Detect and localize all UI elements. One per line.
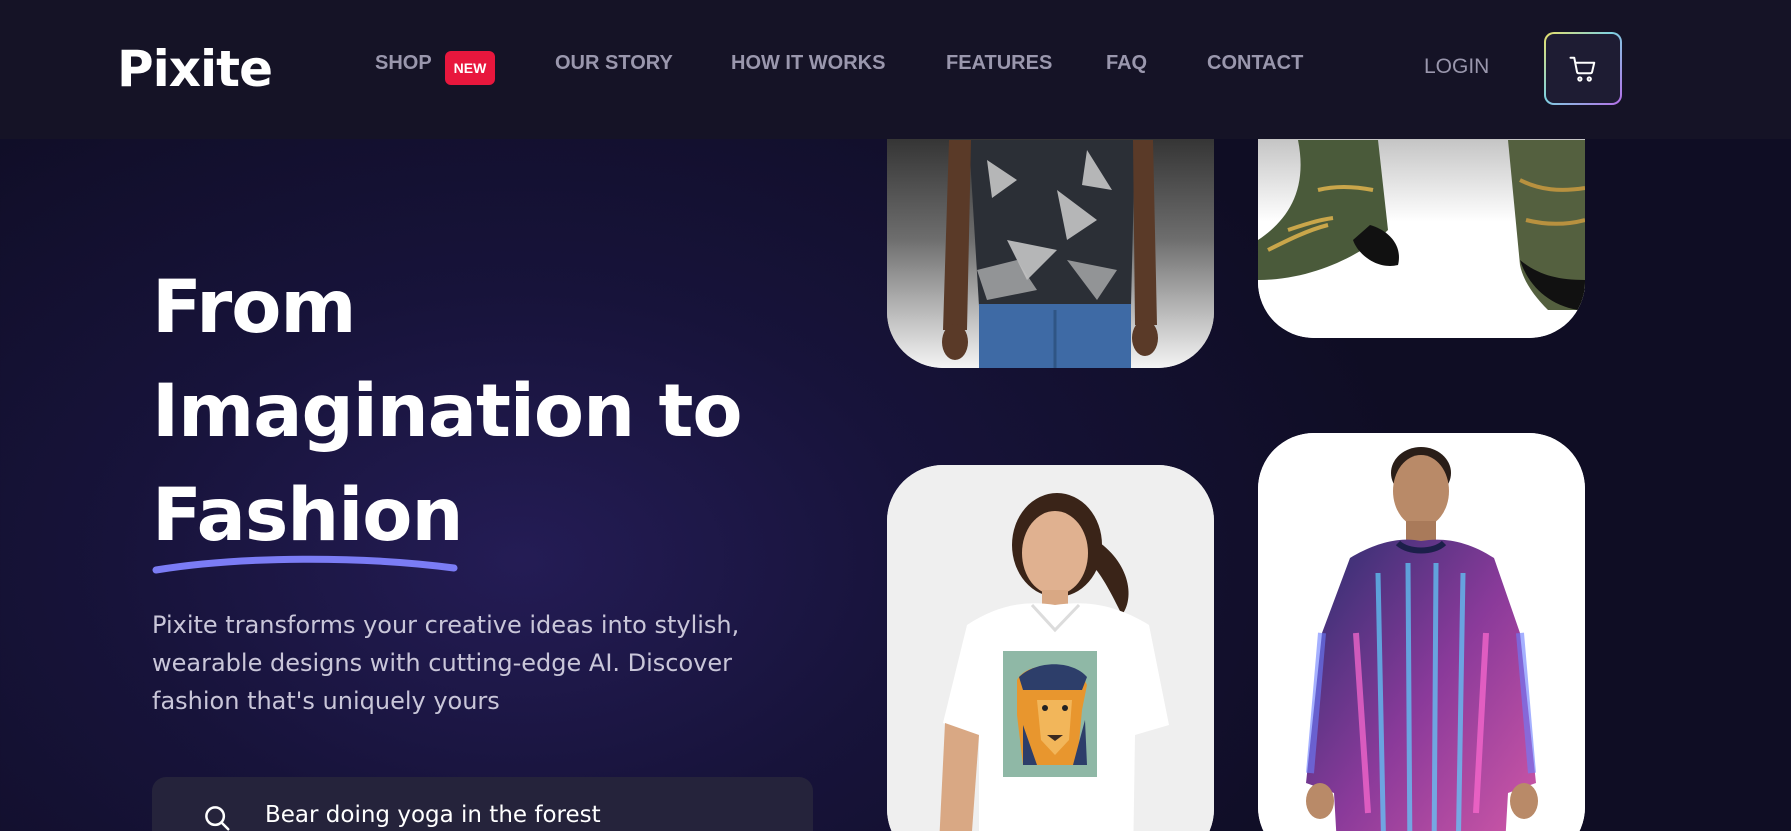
hero-title-line: From	[152, 265, 356, 350]
nav-item-how-it-works[interactable]: HOW IT WORKS	[731, 52, 885, 75]
fashion-underline-decoration	[152, 555, 458, 574]
neon-sweatshirt-image	[1258, 433, 1585, 831]
nav-item-contact[interactable]: CONTACT	[1207, 52, 1303, 75]
cart-icon	[1569, 56, 1596, 82]
hero-title-line: Imagination to	[152, 369, 742, 454]
product-card-lion-tshirt[interactable]	[887, 465, 1214, 831]
hero-subtitle: Pixite transforms your creative ideas in…	[152, 611, 740, 715]
nav-item-our-story[interactable]: OUR STORY	[555, 52, 673, 75]
site-header: Pixite SHOP OUR STORY HOW IT WORKS FEATU…	[0, 0, 1791, 139]
nav-item-features[interactable]: FEATURES	[946, 52, 1052, 75]
search-input[interactable]: Bear doing yoga in the forest	[265, 802, 601, 828]
search-icon	[205, 806, 230, 831]
login-link[interactable]: LOGIN	[1424, 55, 1489, 79]
nav-item-faq[interactable]: FAQ	[1106, 52, 1147, 75]
hero-title: From Imagination to Fashion	[152, 256, 742, 568]
cart-button[interactable]	[1544, 32, 1622, 105]
lion-tshirt-image	[887, 465, 1214, 831]
nav-item-shop[interactable]: SHOP	[375, 52, 432, 75]
logo[interactable]: Pixite	[117, 40, 273, 98]
new-badge: NEW	[445, 51, 495, 85]
prompt-search-bar[interactable]: Bear doing yoga in the forest	[152, 777, 813, 831]
product-card-neon-sweatshirt[interactable]	[1258, 433, 1585, 831]
